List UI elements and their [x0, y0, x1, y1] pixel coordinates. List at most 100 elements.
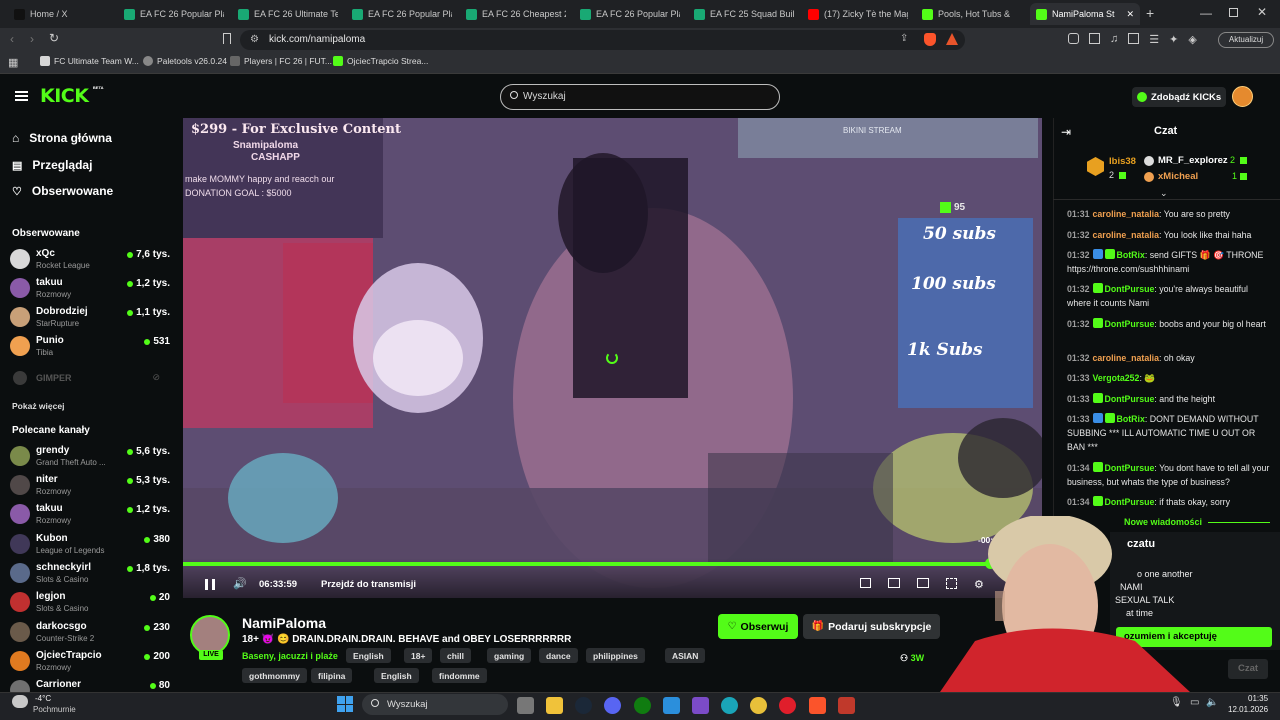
chat-message[interactable]: 01:32 DontPursue: you're always beautiful… [1067, 282, 1272, 310]
file-explorer-icon[interactable] [546, 697, 563, 714]
music-icon[interactable]: ♫ [1110, 33, 1118, 46]
channel-item[interactable]: schneckyirl Slots & Casino 1,8 tys. [10, 561, 170, 589]
channel-item[interactable]: Kubon League of Legends 380 [10, 532, 170, 560]
browser-tab[interactable]: (17) Zicky Tè the Magic [802, 3, 914, 25]
update-button[interactable]: Aktualizuj [1218, 32, 1274, 48]
chat-message[interactable]: 01:32 caroline_natalia: You look like tha… [1067, 228, 1272, 242]
message-username[interactable]: DontPursue [1105, 319, 1155, 329]
microphone-icon[interactable]: 🎙 [1170, 697, 1183, 708]
browser-tab[interactable]: EA FC 25 Squad Buildir [688, 3, 800, 25]
message-username[interactable]: DontPursue [1105, 394, 1155, 404]
network-icon[interactable]: ▭ [1190, 697, 1199, 708]
browser-tab[interactable]: EA FC 26 Popular Playe [346, 3, 458, 25]
brave-icon[interactable] [809, 697, 826, 714]
browser-tab[interactable]: EA FC 26 Popular Playe [118, 3, 230, 25]
chat-message[interactable]: 01:34 DontPursue: if thats okay, sorry [1067, 495, 1272, 509]
message-username[interactable]: BotRix [1117, 250, 1145, 260]
app-purple-icon[interactable] [692, 697, 709, 714]
chat-message[interactable]: 01:32 caroline_natalia: oh okay [1067, 351, 1272, 365]
nav-following[interactable]: ♡ Obserwowane [12, 184, 113, 198]
show-more-link[interactable]: Pokaż więcej [12, 401, 64, 411]
browser-tab[interactable]: EA FC 26 Ultimate Tean [232, 3, 344, 25]
user-avatar[interactable] [1232, 86, 1253, 107]
volume-tray-icon[interactable]: 🔈 [1206, 697, 1218, 708]
volume-icon[interactable]: 🔊 [233, 577, 247, 590]
search-input[interactable]: Wyszukaj [500, 84, 780, 110]
chat-message[interactable]: 01:33 DontPursue: and the height [1067, 392, 1272, 406]
restore-button[interactable] [1229, 8, 1238, 17]
stream-tag[interactable]: ASIAN [665, 648, 706, 663]
vpn-icon[interactable]: ◈ [1188, 33, 1196, 46]
channel-item[interactable]: niter Rozmowy 5,3 tys. [10, 473, 170, 501]
browser-tab[interactable]: EA FC 26 Popular Playe [574, 3, 686, 25]
nav-browse[interactable]: ▤ Przeglądaj [12, 158, 92, 172]
chat-message[interactable]: 01:31 caroline_natalia: You are so pretty [1067, 207, 1272, 221]
stream-tag[interactable]: 18+ [404, 648, 433, 663]
stream-tag[interactable]: chill [440, 648, 472, 663]
chrome-icon[interactable] [750, 697, 767, 714]
get-kicks-button[interactable]: Zdobądź KICKs [1132, 87, 1226, 107]
go-live-button[interactable]: Przejdź do transmisji [321, 579, 416, 590]
kick-logo[interactable]: KICK BETA [40, 85, 104, 107]
minimize-button[interactable]: — [1200, 6, 1212, 20]
stream-tag[interactable]: filipina [311, 668, 353, 683]
channel-item[interactable]: takuu Rozmowy 1,2 tys. [10, 502, 170, 530]
extensions-icon[interactable] [1068, 33, 1079, 44]
chat-message[interactable]: 01:32 DontPursue: boobs and your big ol h… [1067, 317, 1272, 331]
opera-icon[interactable] [779, 697, 796, 714]
pause-icon[interactable] [205, 579, 215, 590]
message-username[interactable]: caroline_natalia [1093, 230, 1160, 240]
brave-shields-icon[interactable] [924, 33, 936, 46]
xbox-icon[interactable] [634, 697, 651, 714]
new-tab-button[interactable]: + [1146, 5, 1154, 21]
taskbar-search[interactable]: Wyszukaj [362, 694, 508, 715]
weather-icon[interactable] [12, 695, 28, 708]
url-bar[interactable]: ⚙ kick.com/namipaloma ⇪ [240, 30, 965, 50]
sidebar-toggle-icon[interactable] [1128, 33, 1140, 44]
bookmark-item[interactable]: OjciecTrapcio Strea... [333, 56, 428, 66]
bookmark-item[interactable]: Players | FC 26 | FUT... [230, 56, 332, 66]
bookmark-item[interactable]: Paletools v26.0.24 [143, 56, 227, 66]
apps-grid-icon[interactable]: ▦ [8, 56, 18, 69]
channel-item[interactable]: takuu Rozmowy 1,2 tys. [10, 276, 170, 304]
stream-tag[interactable]: English [346, 648, 391, 663]
message-username[interactable]: caroline_natalia [1093, 209, 1160, 219]
expand-gifters-icon[interactable]: ⌄ [1160, 188, 1168, 199]
message-username[interactable]: BotRix [1117, 414, 1145, 424]
bookmark-icon[interactable] [223, 33, 231, 44]
chat-message[interactable]: 01:33 Vergota252: 🐸 [1067, 371, 1272, 385]
channel-item[interactable]: darkocsgo Counter-Strike 2 230 [10, 620, 170, 648]
message-username[interactable]: Vergota252 [1093, 373, 1140, 383]
task-view-icon[interactable] [517, 697, 534, 714]
nav-home[interactable]: ⌂ Strona główna [12, 131, 112, 145]
collapse-chat-icon[interactable]: ⇥ [1061, 125, 1071, 139]
brave-rewards-icon[interactable] [946, 33, 958, 45]
clock-time[interactable]: 01:35 [1248, 694, 1268, 703]
close-tab-icon[interactable]: ✕ [1126, 9, 1134, 20]
bookmark-item[interactable]: FC Ultimate Team W... [40, 56, 139, 66]
channel-item[interactable]: Dobrodziej StarRupture 1,1 tys. [10, 305, 170, 333]
streamer-name[interactable]: NamiPaloma [242, 615, 326, 631]
edge-icon[interactable] [721, 697, 738, 714]
close-window-button[interactable]: ✕ [1257, 5, 1267, 19]
follow-button[interactable]: ♡ Obserwuj [718, 614, 798, 639]
browser-tab[interactable]: Home / X [8, 3, 116, 25]
miniplayer-icon[interactable] [860, 578, 871, 588]
message-username[interactable]: DontPursue [1105, 497, 1155, 507]
back-icon[interactable]: ‹ [10, 32, 14, 46]
vscode-icon[interactable] [663, 697, 680, 714]
forward-icon[interactable]: › [30, 32, 34, 46]
channel-item[interactable]: Punio Tibia 531 [10, 334, 170, 362]
reading-list-icon[interactable]: ☰ [1149, 33, 1159, 46]
stream-tag[interactable]: dance [539, 648, 578, 663]
channel-item[interactable]: xQc Rocket League 7,6 tys. [10, 247, 170, 275]
leo-ai-icon[interactable]: ✦ [1169, 33, 1178, 46]
chat-message[interactable]: 01:32 BotRix: send GIFTS 🎁 🎯 THRONE https… [1067, 248, 1272, 276]
message-username[interactable]: caroline_natalia [1093, 353, 1160, 363]
start-button[interactable] [337, 696, 353, 712]
streamer-avatar[interactable] [190, 615, 230, 655]
menu-icon[interactable] [15, 91, 28, 101]
channel-item[interactable]: grendy Grand Theft Auto ... 5,6 tys. [10, 444, 170, 472]
browser-tab[interactable]: NamiPaloma St ✕ [1030, 3, 1140, 25]
offline-channel[interactable]: GIMPER ⊘ [10, 370, 170, 386]
